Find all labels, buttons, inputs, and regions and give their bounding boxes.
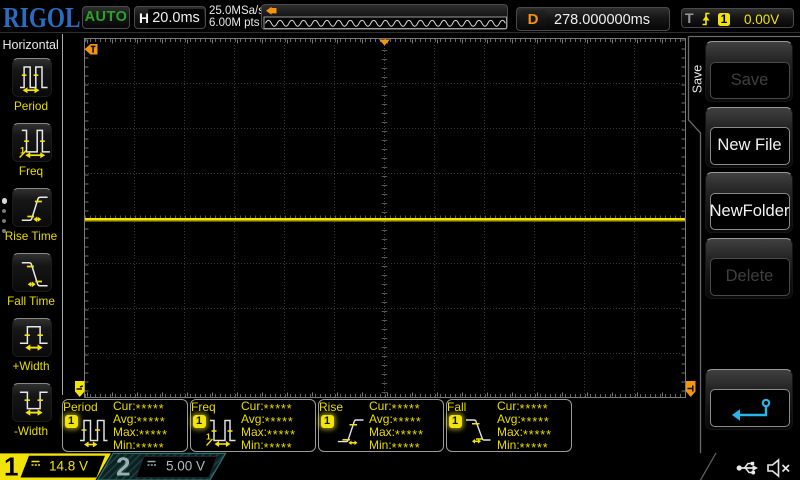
svg-text:2: 2 bbox=[116, 452, 130, 480]
svg-text:14.8 V: 14.8 V bbox=[49, 458, 88, 473]
svg-text:1: 1 bbox=[4, 452, 18, 480]
svg-text:1: 1 bbox=[206, 432, 211, 442]
svg-text:5.00 V: 5.00 V bbox=[166, 458, 205, 473]
